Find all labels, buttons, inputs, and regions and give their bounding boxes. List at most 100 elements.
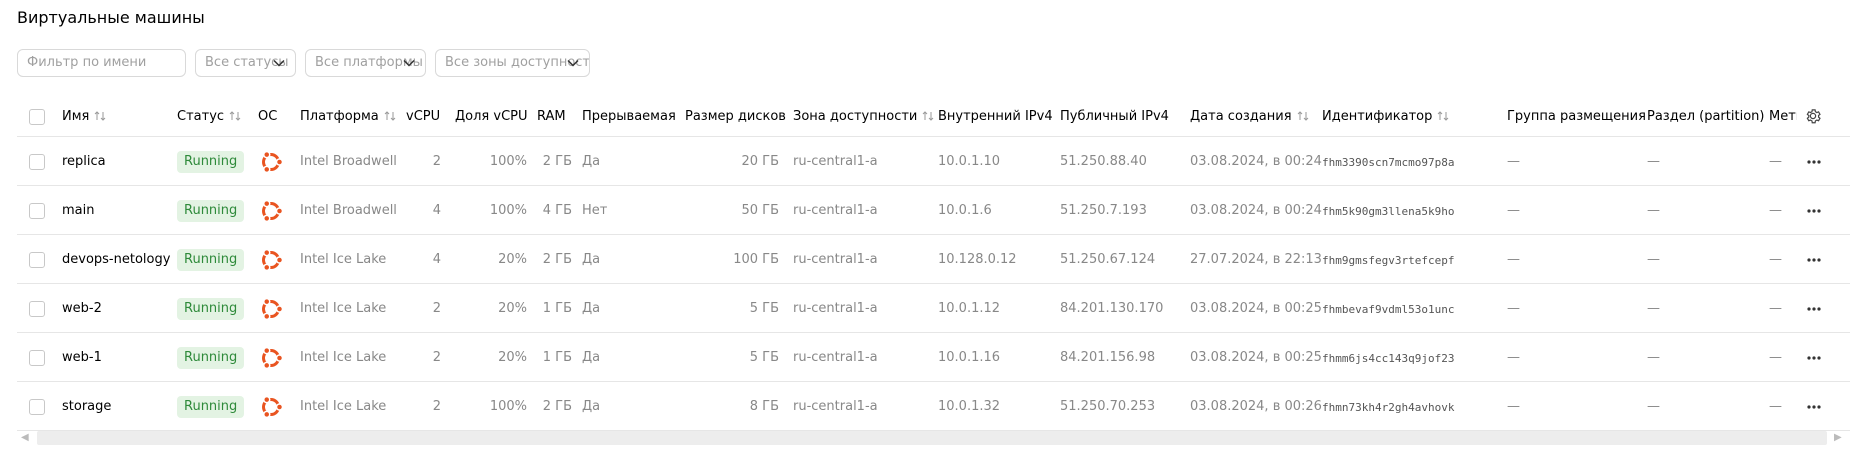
column-header-partition: Раздел (partition) — [1647, 109, 1765, 124]
row-checkbox[interactable] — [29, 301, 45, 317]
more-horizontal-icon[interactable] — [1804, 397, 1824, 417]
public-ip-cell: 51.250.7.193 — [1060, 203, 1147, 218]
ubuntu-icon — [258, 149, 284, 175]
partition-cell: — — [1647, 252, 1660, 267]
column-header-label: Статус — [177, 109, 225, 124]
gear-icon[interactable] — [1804, 107, 1822, 125]
table-row[interactable]: storage Running Intel Ice Lake 2 100% 2 ГБ Да 8… — [17, 383, 1850, 431]
column-header-placement-group: Группа размещения — [1507, 109, 1646, 124]
cpu-share-cell: 20% — [498, 252, 527, 267]
column-header-status[interactable]: Статус — [177, 109, 241, 127]
labels-cell: — — [1769, 203, 1782, 218]
horizontal-scrollbar[interactable]: ◀ ▶ — [17, 429, 1850, 445]
row-checkbox[interactable] — [29, 154, 45, 170]
row-checkbox[interactable] — [29, 203, 45, 219]
vcpu-cell: 2 — [432, 399, 441, 414]
status-filter-select[interactable]: Все статусы — [195, 49, 296, 77]
table-row[interactable]: devops-netology Running Intel Ice Lake 4 20%… — [17, 236, 1850, 284]
column-header-name[interactable]: Имя — [62, 109, 106, 127]
public-ip-cell: 51.250.88.40 — [1060, 154, 1147, 169]
select-all-checkbox[interactable] — [29, 109, 45, 125]
preemptible-cell: Да — [582, 154, 601, 169]
preemptible-cell: Нет — [582, 203, 608, 218]
sort-arrows-icon — [94, 110, 106, 127]
scroll-left-icon[interactable]: ◀ — [21, 432, 29, 443]
zone-cell: ru-central1-a — [793, 203, 878, 218]
disk-size-cell: 20 ГБ — [741, 154, 779, 169]
labels-cell: — — [1769, 154, 1782, 169]
column-header-label: Идентификатор — [1322, 109, 1433, 124]
zone-cell: ru-central1-a — [793, 252, 878, 267]
status-badge: Running — [177, 396, 245, 418]
cpu-share-cell: 20% — [498, 301, 527, 316]
disk-size-cell: 100 ГБ — [733, 252, 779, 267]
row-checkbox[interactable] — [29, 399, 45, 415]
ubuntu-icon — [258, 394, 284, 420]
vm-name-link[interactable]: web-2 — [62, 301, 102, 317]
created-cell: 03.08.2024, в 00:24 — [1190, 203, 1322, 218]
vm-id-cell: fhmm6js4cc143q9jof23 — [1322, 352, 1455, 365]
vm-name-link[interactable]: storage — [62, 399, 111, 415]
ubuntu-icon — [258, 345, 284, 371]
sort-arrows-icon — [1297, 110, 1309, 127]
sort-arrows-icon — [384, 110, 396, 127]
more-horizontal-icon[interactable] — [1804, 299, 1824, 319]
vcpu-cell: 2 — [432, 301, 441, 316]
vm-name-link[interactable]: web-1 — [62, 350, 102, 366]
status-badge: Running — [177, 347, 245, 369]
labels-cell: — — [1769, 399, 1782, 414]
platform-cell: Intel Broadwell — [300, 203, 397, 218]
vm-id-cell: fhmn73kh4r2gh4avhovk — [1322, 401, 1455, 414]
column-header-label: Платформа — [300, 109, 379, 124]
table-row[interactable]: web-1 Running Intel Ice Lake 2 20% 1 ГБ Да 5 ГБ… — [17, 334, 1850, 382]
ram-cell: 2 ГБ — [542, 399, 572, 414]
platform-cell: Intel Ice Lake — [300, 350, 387, 365]
column-header-zone[interactable]: Зона доступности — [793, 109, 934, 127]
zone-filter-select[interactable]: Все зоны доступности — [435, 49, 590, 77]
row-checkbox[interactable] — [29, 350, 45, 366]
cpu-share-cell: 100% — [489, 154, 527, 169]
platform-filter-select[interactable]: Все платформы — [305, 49, 426, 77]
more-horizontal-icon[interactable] — [1804, 250, 1824, 270]
table-row[interactable]: main Running Intel Broadwell 4 100% 4 ГБ Нет 50… — [17, 187, 1850, 235]
column-header-preemptible: Прерываемая — [582, 109, 676, 124]
scrollbar-track[interactable] — [37, 431, 1827, 445]
name-filter-input[interactable]: Фильтр по имени — [17, 49, 186, 77]
table-row[interactable]: web-2 Running Intel Ice Lake 2 20% 1 ГБ Да 5 ГБ… — [17, 285, 1850, 333]
row-checkbox[interactable] — [29, 252, 45, 268]
scroll-right-icon[interactable]: ▶ — [1834, 432, 1842, 443]
preemptible-cell: Да — [582, 350, 601, 365]
labels-cell: — — [1769, 252, 1782, 267]
vm-id-cell: fhmbevaf9vdml53o1unc — [1322, 303, 1455, 316]
partition-cell: — — [1647, 154, 1660, 169]
placement-group-cell: — — [1507, 399, 1520, 414]
platform-cell: Intel Broadwell — [300, 154, 397, 169]
zone-cell: ru-central1-a — [793, 399, 878, 414]
vm-name-link[interactable]: replica — [62, 154, 106, 170]
column-header-id[interactable]: Идентификатор — [1322, 109, 1449, 127]
placement-group-cell: — — [1507, 301, 1520, 316]
column-header-labels: Метки — [1769, 109, 1797, 124]
disk-size-cell: 5 ГБ — [749, 350, 779, 365]
column-header-created[interactable]: Дата создания — [1190, 109, 1309, 127]
partition-cell: — — [1647, 399, 1660, 414]
column-header-ram: RAM — [537, 109, 566, 124]
created-cell: 27.07.2024, в 22:13 — [1190, 252, 1322, 267]
more-horizontal-icon[interactable] — [1804, 201, 1824, 221]
more-horizontal-icon[interactable] — [1804, 348, 1824, 368]
preemptible-cell: Да — [582, 252, 601, 267]
chevron-down-icon — [567, 50, 579, 76]
vcpu-cell: 4 — [432, 203, 441, 218]
status-badge: Running — [177, 249, 245, 271]
column-header-platform[interactable]: Платформа — [300, 109, 396, 127]
partition-cell: — — [1647, 350, 1660, 365]
vm-name-link[interactable]: devops-netology — [62, 252, 170, 268]
labels-cell: — — [1769, 350, 1782, 365]
vm-name-link[interactable]: main — [62, 203, 94, 219]
table-row[interactable]: replica Running Intel Broadwell 2 100% 2 ГБ Да… — [17, 138, 1850, 186]
page-title: Виртуальные машины — [17, 8, 205, 27]
public-ip-cell: 84.201.156.98 — [1060, 350, 1156, 365]
placement-group-cell: — — [1507, 350, 1520, 365]
internal-ip-cell: 10.0.1.6 — [938, 203, 992, 218]
more-horizontal-icon[interactable] — [1804, 152, 1824, 172]
